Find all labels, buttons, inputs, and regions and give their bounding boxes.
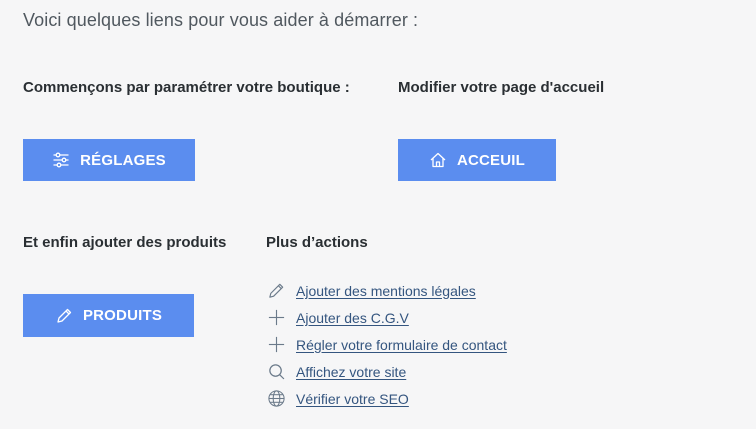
more-actions-list: Ajouter des mentions légales Ajouter des…	[266, 277, 507, 412]
view-site-link[interactable]: Affichez votre site	[296, 364, 406, 380]
products-heading: Et enfin ajouter des produits	[23, 234, 227, 251]
home-heading: Modifier votre page d'accueil	[398, 79, 605, 96]
sliders-icon	[52, 151, 70, 169]
plus-icon	[266, 335, 286, 355]
plus-icon	[266, 308, 286, 328]
home-icon	[429, 151, 447, 169]
products-button[interactable]: PRODUITS	[23, 294, 194, 337]
pencil-icon	[55, 307, 73, 325]
intro-text: Voici quelques liens pour vous aider à d…	[23, 10, 419, 30]
products-button-label: PRODUITS	[82, 307, 163, 324]
settings-button[interactable]: RÉGLAGES	[23, 139, 195, 181]
more-actions-heading: Plus d’actions	[266, 234, 368, 251]
action-item-seo: Vérifier votre SEO	[266, 385, 507, 412]
settings-heading: Commençons par paramétrer votre boutique…	[23, 79, 350, 96]
search-icon	[266, 362, 286, 382]
cgv-link[interactable]: Ajouter des C.G.V	[296, 310, 409, 326]
action-item-contact: Régler votre formulaire de contact	[266, 331, 507, 358]
contact-form-link[interactable]: Régler votre formulaire de contact	[296, 337, 507, 353]
pencil-icon	[266, 281, 286, 301]
globe-icon	[266, 389, 286, 409]
action-item-view-site: Affichez votre site	[266, 358, 507, 385]
settings-button-label: RÉGLAGES	[80, 151, 166, 169]
seo-link[interactable]: Vérifier votre SEO	[296, 391, 409, 407]
home-button[interactable]: ACCEUIL	[398, 139, 556, 181]
legal-link[interactable]: Ajouter des mentions légales	[296, 283, 476, 299]
home-button-label: ACCEUIL	[456, 151, 526, 169]
action-item-legal: Ajouter des mentions légales	[266, 277, 507, 304]
action-item-cgv: Ajouter des C.G.V	[266, 304, 507, 331]
